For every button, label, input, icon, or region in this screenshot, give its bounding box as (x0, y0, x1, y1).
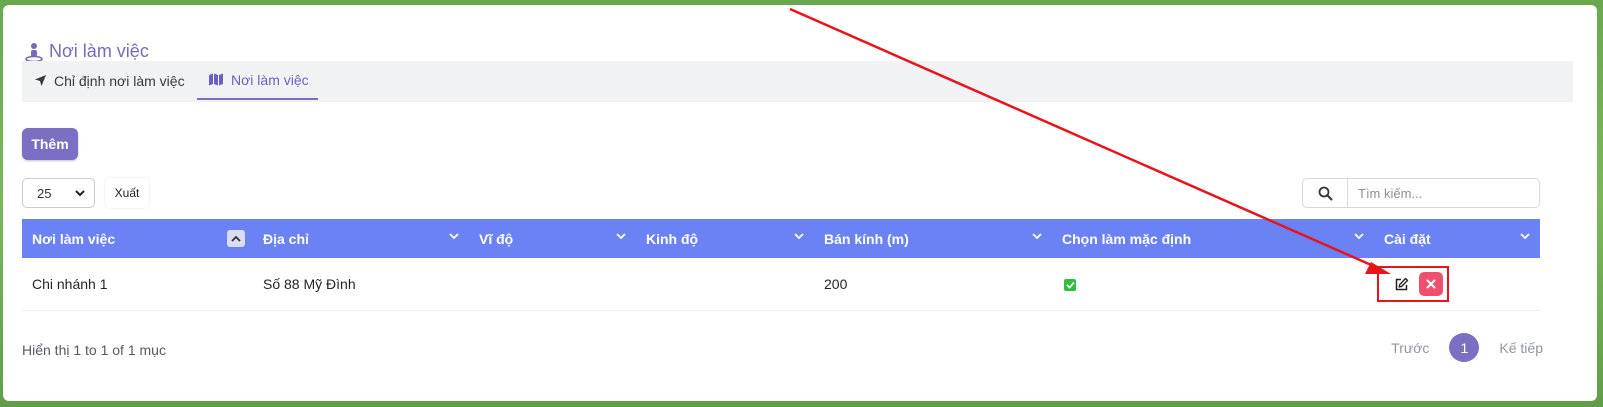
location-arrow-icon (35, 75, 46, 86)
tab-label: Nơi làm việc (231, 71, 309, 88)
pagination: Trước 1 Kế tiếp (1391, 333, 1543, 362)
cell-default (1052, 258, 1374, 311)
default-checkbox[interactable] (1064, 279, 1076, 291)
workplace-table: Nơi làm việc Địa chỉ Vĩ độ Kinh độ Bán k… (22, 219, 1540, 311)
search-icon (1318, 186, 1332, 200)
column-header-label: Bán kính (m) (824, 230, 909, 247)
search-box (1302, 178, 1540, 208)
next-page-button[interactable]: Kế tiếp (1499, 340, 1543, 356)
add-button[interactable]: Thêm (22, 128, 78, 160)
column-header-label: Cài đặt (1384, 230, 1431, 247)
table-row: Chi nhánh 1 Số 88 Mỹ Đình 200 (22, 258, 1540, 311)
column-header-latitude[interactable]: Vĩ độ (469, 219, 636, 258)
page-title-text: Nơi làm việc (49, 41, 149, 61)
page-length-select[interactable]: 25 (22, 178, 95, 208)
chevron-down-icon (1354, 233, 1364, 240)
column-header-label: Chọn làm mặc định (1062, 230, 1192, 247)
sort-asc-icon (227, 230, 245, 247)
delete-button[interactable] (1419, 272, 1443, 296)
column-header-label: Nơi làm việc (32, 230, 116, 247)
column-header-address[interactable]: Địa chỉ (253, 219, 469, 258)
cell-radius: 200 (814, 258, 1052, 311)
page-button-current[interactable]: 1 (1449, 333, 1480, 362)
table-info: Hiển thị 1 to 1 of 1 mục (22, 342, 166, 358)
search-input[interactable] (1348, 179, 1539, 207)
chevron-down-icon (616, 233, 626, 240)
check-icon (1065, 281, 1075, 289)
column-header-label: Kinh độ (646, 230, 699, 247)
actions-highlight (1377, 266, 1449, 302)
column-header-label: Vĩ độ (479, 230, 514, 247)
export-button[interactable]: Xuất (105, 178, 149, 208)
chevron-down-icon (449, 233, 459, 240)
column-header-default[interactable]: Chọn làm mặc định (1052, 219, 1374, 258)
cell-latitude (469, 258, 636, 311)
cell-actions (1374, 258, 1540, 311)
column-header-radius[interactable]: Bán kính (m) (814, 219, 1052, 258)
person-location-icon (25, 42, 43, 62)
chevron-down-icon (75, 190, 85, 197)
tab-assign-workplace[interactable]: Chỉ định nơi làm việc (34, 61, 185, 100)
page-title: Nơi làm việc (25, 41, 149, 62)
table-header-row: Nơi làm việc Địa chỉ Vĩ độ Kinh độ Bán k… (22, 219, 1540, 258)
prev-page-button[interactable]: Trước (1391, 340, 1429, 356)
edit-button[interactable] (1389, 272, 1413, 296)
column-header-label: Địa chỉ (263, 230, 309, 247)
chevron-down-icon (794, 233, 804, 240)
tab-workplace[interactable]: Nơi làm việc (197, 61, 318, 100)
edit-icon (1395, 277, 1408, 290)
chevron-down-icon (1520, 233, 1530, 240)
tab-label: Chỉ định nơi làm việc (54, 72, 185, 89)
close-icon (1426, 279, 1436, 289)
cell-name: Chi nhánh 1 (22, 258, 253, 311)
column-header-name[interactable]: Nơi làm việc (22, 219, 253, 258)
map-icon (209, 73, 223, 86)
cell-address: Số 88 Mỹ Đình (253, 258, 469, 311)
page-length-value: 25 (37, 185, 52, 201)
search-button[interactable] (1303, 179, 1348, 207)
chevron-down-icon (1032, 233, 1042, 240)
tab-bar: Chỉ định nơi làm việc Nơi làm việc (22, 61, 1573, 102)
cell-longitude (636, 258, 814, 311)
column-header-longitude[interactable]: Kinh độ (636, 219, 814, 258)
column-header-settings[interactable]: Cài đặt (1374, 219, 1540, 258)
